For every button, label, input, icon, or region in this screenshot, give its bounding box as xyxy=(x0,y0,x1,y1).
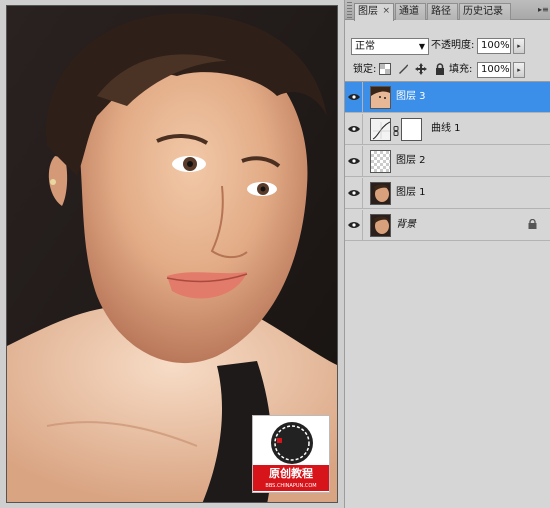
visibility-toggle[interactable] xyxy=(345,82,363,113)
layer-name: 图层 3 xyxy=(396,91,426,102)
tab-paths-label: 路径 xyxy=(431,6,451,17)
layer-name: 背景 xyxy=(396,219,416,230)
panel-grip[interactable] xyxy=(347,2,352,18)
layer-mask-thumbnail[interactable] xyxy=(401,118,422,141)
layer-name: 曲线 1 xyxy=(431,123,461,134)
chevron-down-icon: ▼ xyxy=(418,42,425,51)
tab-channels[interactable]: 通道 xyxy=(395,3,426,20)
fill-slider-button[interactable]: ▸ xyxy=(513,62,525,78)
layer-thumbnail[interactable] xyxy=(370,150,391,173)
layer-name: 图层 2 xyxy=(396,155,426,166)
tab-history[interactable]: 历史记录 xyxy=(459,3,511,20)
lock-image-pixels-icon[interactable] xyxy=(397,63,409,75)
blend-opacity-row: 正常 ▼ 不透明度: 100% ▸ xyxy=(345,36,550,56)
tab-history-label: 历史记录 xyxy=(463,6,503,17)
layer-row[interactable]: 图层 3 xyxy=(345,82,550,113)
layer-thumbnail[interactable] xyxy=(370,86,391,109)
eye-icon xyxy=(348,190,360,196)
document-canvas[interactable]: 原创教程 BBS.CHINAPUN.COM xyxy=(0,0,344,508)
lock-position-icon[interactable] xyxy=(415,63,428,75)
watermark-logo: 原创教程 BBS.CHINAPUN.COM xyxy=(252,415,330,493)
blend-mode-select[interactable]: 正常 ▼ xyxy=(351,38,429,55)
layer-row[interactable]: 图层 2 xyxy=(345,146,550,177)
visibility-toggle[interactable] xyxy=(345,178,363,209)
layer-thumbnail[interactable] xyxy=(370,182,391,205)
lock-label: 锁定: xyxy=(353,64,377,75)
layers-panel: 图层 × 通道 路径 历史记录 ▸≡ 正常 ▼ 不透明度: 100% ▸ 锁定: xyxy=(344,0,550,508)
opacity-slider-button[interactable]: ▸ xyxy=(513,38,525,54)
layer-name: 图层 1 xyxy=(396,187,426,198)
opacity-input[interactable]: 100% xyxy=(477,38,511,54)
panel-menu-icon[interactable]: ▸≡ xyxy=(538,5,549,15)
tab-paths[interactable]: 路径 xyxy=(427,3,458,20)
fill-label: 填充: xyxy=(449,64,473,75)
layer-row[interactable]: 曲线 1 xyxy=(345,114,550,145)
visibility-toggle[interactable] xyxy=(345,210,363,241)
lock-options xyxy=(379,63,449,77)
opacity-label: 不透明度: xyxy=(431,40,475,51)
lock-all-icon[interactable] xyxy=(434,63,446,75)
visibility-toggle[interactable] xyxy=(345,146,363,177)
eye-icon xyxy=(348,158,360,164)
tab-channels-label: 通道 xyxy=(399,6,419,17)
visibility-toggle[interactable] xyxy=(345,114,363,145)
curves-adjustment-icon[interactable] xyxy=(370,118,391,141)
blend-mode-value: 正常 xyxy=(355,41,375,52)
eye-icon xyxy=(348,94,360,100)
eye-icon xyxy=(348,126,360,132)
layer-row[interactable]: 背景 xyxy=(345,210,550,241)
panel-tab-bar: 图层 × 通道 路径 历史记录 ▸≡ xyxy=(345,0,550,21)
watermark-title: 原创教程 xyxy=(253,465,329,482)
tab-layers-label: 图层 xyxy=(358,6,378,17)
layer-thumbnail[interactable] xyxy=(370,214,391,237)
chain-link-icon[interactable] xyxy=(393,126,399,139)
layers-list: 图层 3 曲线 1 图层 2 图层 1 背景 xyxy=(345,81,550,508)
lock-transparent-pixels-icon[interactable] xyxy=(379,63,391,75)
lock-fill-row: 锁定: 填充: 100% ▸ xyxy=(345,60,550,80)
eye-icon xyxy=(348,222,360,228)
seal-logo-icon xyxy=(271,422,313,464)
fill-input[interactable]: 100% xyxy=(477,62,511,78)
layer-row[interactable]: 图层 1 xyxy=(345,178,550,209)
lock-icon xyxy=(528,218,537,232)
close-tab-icon[interactable]: × xyxy=(382,4,390,19)
watermark-url: BBS.CHINAPUN.COM xyxy=(253,482,329,491)
tab-layers[interactable]: 图层 × xyxy=(354,3,394,21)
